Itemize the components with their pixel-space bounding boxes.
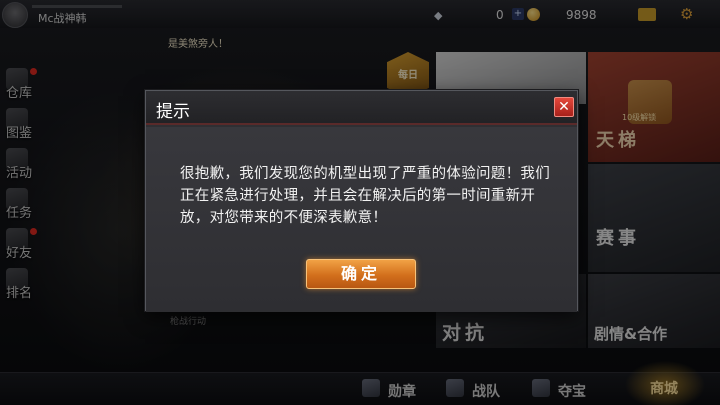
- dialog-title: 提示: [156, 102, 190, 122]
- confirm-button[interactable]: 确定: [306, 259, 416, 289]
- close-button[interactable]: ✕: [554, 97, 574, 117]
- notice-dialog: 提示 ✕ 很抱歉，我们发现您的机型出现了严重的体验问题！我们正在紧急进行处理，并…: [145, 90, 578, 312]
- dialog-message: 很抱歉，我们发现您的机型出现了严重的体验问题！我们正在紧急进行处理，并且会在解决…: [180, 166, 550, 226]
- dialog-header: 提示 ✕: [146, 91, 577, 125]
